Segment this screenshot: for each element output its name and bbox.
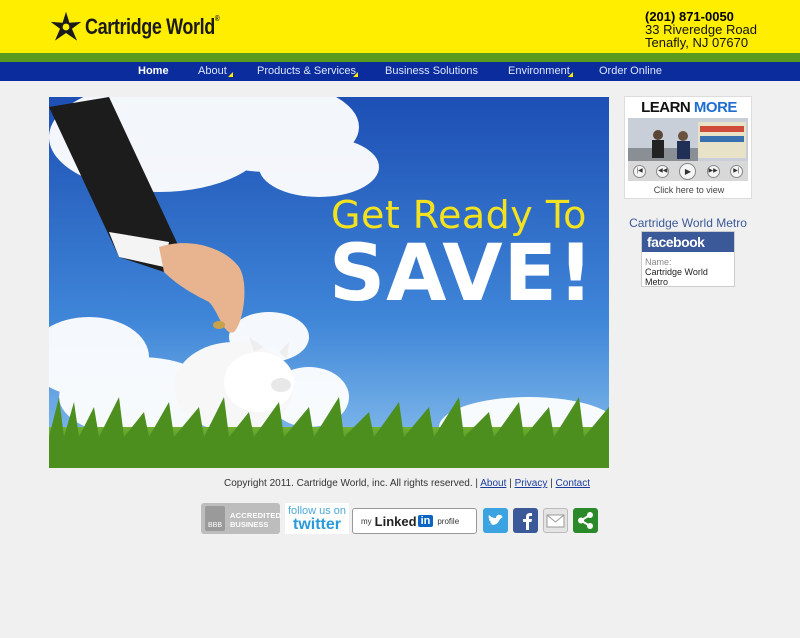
linkedin-profile-badge[interactable]: my Linked in profile xyxy=(352,508,477,534)
footer-about-link[interactable]: About xyxy=(480,478,506,489)
facebook-name-label: Name: xyxy=(645,257,672,267)
nav-products-services[interactable]: Products & Services xyxy=(257,65,356,77)
hero-banner[interactable]: Get Ready To SAVE! xyxy=(49,97,609,468)
play-icon[interactable]: ▶ xyxy=(679,162,697,180)
learn-more-video[interactable]: LEARN MORE |◀ ◀◀ ▶ ▶▶ ▶| Click here to v… xyxy=(624,96,752,199)
contact-info: (201) 871-0050 33 Riveredge Road Tenafly… xyxy=(645,10,757,49)
video-thumbnail xyxy=(628,118,748,161)
twitter-icon[interactable] xyxy=(483,508,508,533)
star-logo-icon xyxy=(50,11,82,41)
facebook-icon[interactable] xyxy=(513,508,538,533)
fast-forward-icon[interactable]: ▶▶ xyxy=(706,164,720,178)
green-stripe xyxy=(0,53,800,62)
logo-text: Cartridge World® xyxy=(85,14,220,39)
bbb-torch-icon: BBB xyxy=(205,506,225,531)
site-header: Cartridge World® (201) 871-0050 33 River… xyxy=(0,0,800,53)
nav-business-solutions[interactable]: Business Solutions xyxy=(385,65,478,77)
video-controls: |◀ ◀◀ ▶ ▶▶ ▶| xyxy=(628,161,748,181)
skip-forward-icon[interactable]: ▶| xyxy=(729,164,743,178)
share-icon[interactable] xyxy=(573,508,598,533)
city-address: Tenafly, NJ 07670 xyxy=(645,35,749,50)
nav-home[interactable]: Home xyxy=(138,65,169,77)
dropdown-arrow-icon xyxy=(228,72,233,77)
email-icon[interactable] xyxy=(543,508,568,533)
dropdown-arrow-icon xyxy=(353,72,358,77)
nav-about[interactable]: About xyxy=(198,65,227,77)
skip-back-icon[interactable]: |◀ xyxy=(633,164,647,178)
footer-copyright: Copyright 2011. Cartridge World, inc. Al… xyxy=(224,478,590,489)
main-nav: Home About Products & Services Business … xyxy=(0,62,800,81)
logo[interactable]: Cartridge World® xyxy=(49,10,249,44)
rewind-icon[interactable]: ◀◀ xyxy=(656,164,670,178)
twitter-follow-badge[interactable]: follow us on twitter xyxy=(285,503,349,534)
footer-contact-link[interactable]: Contact xyxy=(556,478,590,489)
facebook-name-cont: Metro xyxy=(645,277,669,287)
footer-privacy-link[interactable]: Privacy xyxy=(515,478,548,489)
nav-order-online[interactable]: Order Online xyxy=(599,65,662,77)
facebook-logo: facebook xyxy=(642,232,734,252)
facebook-widget[interactable]: facebook Name: Cartridge World Metro xyxy=(641,231,735,287)
facebook-widget-title[interactable]: Cartridge World Metro xyxy=(624,216,752,230)
dropdown-arrow-icon xyxy=(568,72,573,77)
learn-more-title: LEARN MORE xyxy=(641,99,737,116)
bbb-accredited-badge[interactable]: BBB ACCREDITED BUSINESS xyxy=(201,503,281,534)
learn-more-caption: Click here to view xyxy=(653,185,725,195)
facebook-name: Cartridge World xyxy=(645,267,708,277)
nav-environment[interactable]: Environment xyxy=(508,65,570,77)
hero-headline-large: SAVE! xyxy=(329,229,595,319)
